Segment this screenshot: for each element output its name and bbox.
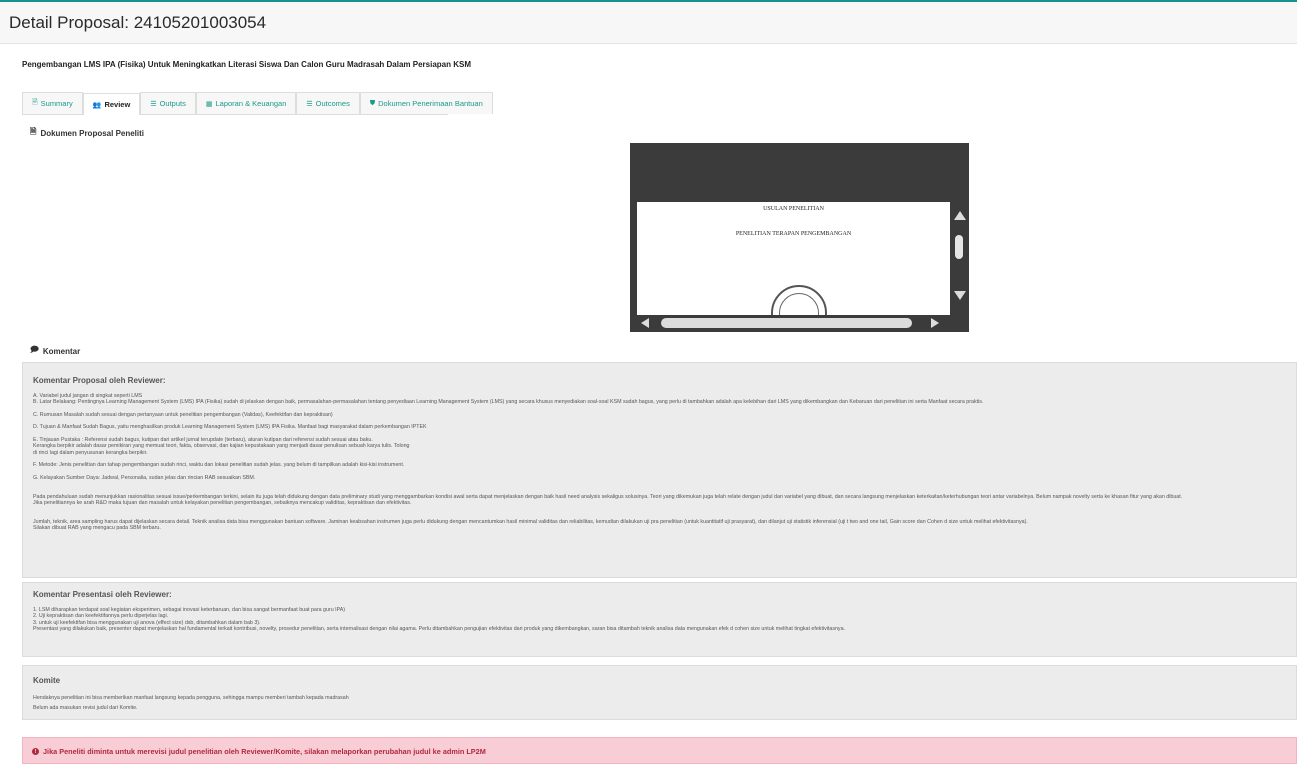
committee-text: Hendaknya penelitian ini bisa memberikan… [33,693,1288,713]
tab-dokumen-penerimaan-bantuan[interactable]: ⛊ Dokumen Penerimaan Bantuan [359,92,493,114]
alert-message: ! Jika Peneliti diminta untuk merevisi j… [32,747,486,756]
comments-section-label: 🗩 Komentar [30,344,80,358]
exclamation-circle-icon: ! [32,748,39,755]
comment-line: Presentasi yang dilakukan baik, presente… [33,625,845,632]
scroll-right-icon[interactable] [931,318,939,328]
tab-label: Review [104,100,131,109]
comment-icon: 🗩 [30,345,39,354]
comment-line: Silakan dibuat RAB yang mengacu pada SBM… [33,525,161,532]
pdf-page: USULAN PENELITIAN PENELITIAN TERAPAN PEN… [637,202,950,315]
tab-outcomes[interactable]: ☰ Outcomes [296,92,360,114]
comment-line: Belum ada masukan revisi judul dari Komi… [33,705,138,711]
tab-review[interactable]: 👥 Review [82,93,141,115]
title-revision-alert: ! Jika Peneliti diminta untuk merevisi j… [22,737,1297,764]
list-icon: ☰ [150,100,157,108]
tab-label: Summary [40,99,73,108]
scroll-down-icon[interactable] [954,291,966,300]
tab-label: Outcomes [315,99,350,108]
reviewer-presentation-text: 1. LSM diharapkan terdapat soal kegiatan… [33,607,1288,632]
tab-label: Laporan & Keuangan [215,99,287,108]
documents-section-label: 🗎 Dokumen Proposal Peneliti [30,126,144,140]
tab-summary[interactable]: 🗎 Summary [22,92,83,114]
reviewer-proposal-title: Komentar Proposal oleh Reviewer: [33,376,166,385]
pdf-horizontal-scrollbar[interactable] [638,316,948,330]
project-title: Pengembangan LMS IPA (Fisika) Untuk Meni… [22,60,471,69]
users-icon: 👥 [92,101,102,109]
reviewer-proposal-text: A. Variabel judul jangan di singkat sepe… [33,393,1288,532]
pdf-subtitle-line: PENELITIAN TERAPAN PENGEMBANGAN [735,231,852,237]
comment-line: Hendaknya penelitian ini bisa memberikan… [33,695,349,701]
tab-bar: 🗎 Summary 👥 Review ☰ Outputs ▦ Laporan & Keuang… [22,92,493,115]
committee-title: Komite [33,676,61,685]
scroll-up-icon[interactable] [954,211,966,220]
horizontal-scroll-thumb[interactable] [661,318,912,328]
tab-laporan-keuangan[interactable]: ▦ Laporan & Keuangan [195,92,297,114]
money-icon: ▦ [205,100,213,108]
reviewer-presentation-title: Komentar Presentasi oleh Reviewer: [33,590,172,599]
shield-icon: ⛊ [369,99,376,107]
tab-label: Dokumen Penerimaan Bantuan [378,99,483,108]
list-alt-icon: ☰ [306,100,313,108]
scroll-left-icon[interactable] [641,318,649,328]
pdf-title-line: USULAN PENELITIAN [763,206,824,212]
document-icon: 🗎 [32,99,38,106]
comments-section-title: Komentar [42,346,81,356]
pdf-viewer[interactable]: USULAN PENELITIAN PENELITIAN TERAPAN PEN… [630,143,969,332]
university-seal-icon [771,285,827,315]
vertical-scroll-thumb[interactable] [955,235,963,259]
page-header: Detail Proposal: 24105201003054 [0,2,1297,44]
reviewer-presentation-panel: Komentar Presentasi oleh Reviewer: 1. LS… [22,582,1297,657]
committee-panel: Komite Hendaknya penelitian ini bisa mem… [22,665,1297,720]
tab-outputs[interactable]: ☰ Outputs [140,92,196,114]
document-icon: 🗎 [30,127,37,136]
reviewer-proposal-panel: Komentar Proposal oleh Reviewer: A. Vari… [22,362,1297,578]
pdf-vertical-scrollbar[interactable] [952,211,966,311]
alert-text: Jika Peneliti diminta untuk merevisi jud… [43,747,486,756]
page-title: Detail Proposal: 24105201003054 [9,13,267,32]
tab-label: Outputs [159,99,186,108]
documents-section-title: Dokumen Proposal Peneliti [40,128,145,138]
